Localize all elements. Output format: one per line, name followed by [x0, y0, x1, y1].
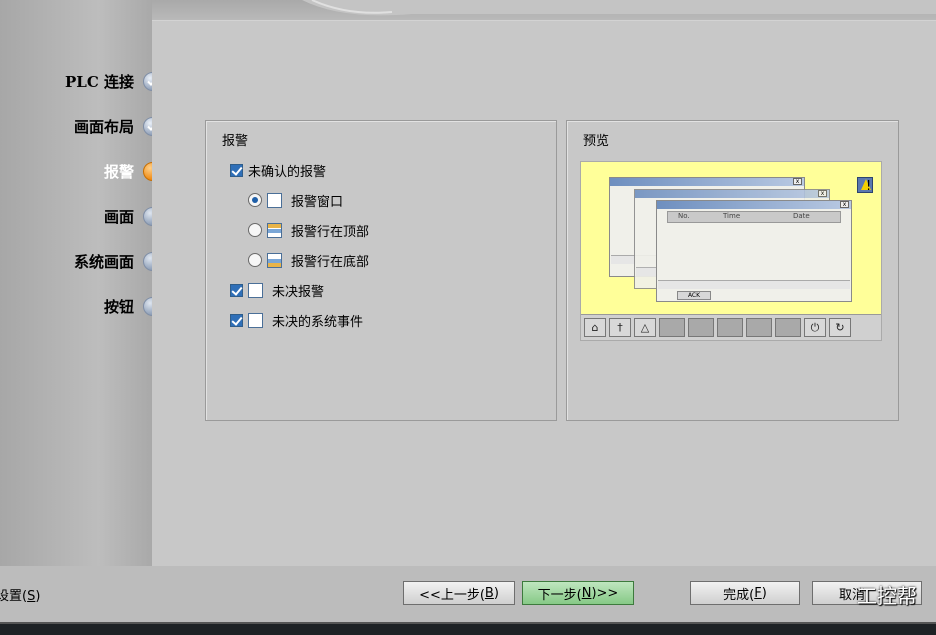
- header-swoosh: [302, 0, 936, 16]
- empty-key: [659, 318, 685, 337]
- alarm-line-top-icon: [267, 222, 282, 238]
- language-icon: ↻: [829, 318, 851, 337]
- step-screen-layout[interactable]: 画面布局: [0, 114, 162, 138]
- option-label: 报警行在顶部: [291, 224, 370, 240]
- home-icon: ⌂: [584, 318, 606, 337]
- alarm-line-top-option[interactable]: 报警行在顶部: [248, 221, 370, 240]
- pending-alarms-option[interactable]: 未决报警: [230, 281, 325, 300]
- empty-key: [688, 318, 714, 337]
- alarms-group-title: 报警: [222, 134, 249, 149]
- header-band: [152, 0, 936, 21]
- alarm-window-icon: [267, 192, 282, 208]
- pending-alarms-icon: [248, 282, 263, 298]
- finish-label: 完成(: [723, 587, 755, 603]
- step-label: 画面: [103, 207, 134, 226]
- empty-key: [746, 318, 772, 337]
- option-label: 未决的系统事件: [272, 314, 364, 330]
- wizard-steps-sidebar: PLC 连接 画面布局 报警 画面 系统画面 按钮: [0, 0, 162, 572]
- option-label: 未确认的报警: [248, 164, 327, 180]
- step-label: 按钮: [103, 297, 134, 316]
- person-icon: †: [609, 318, 631, 337]
- alarm-line-bottom-icon: [267, 252, 282, 268]
- unack-alarms-checkbox[interactable]: [230, 163, 243, 177]
- option-label: 报警窗口: [291, 194, 344, 210]
- step-label: PLC 连接: [65, 72, 134, 91]
- back-button[interactable]: <<上一步(B): [403, 581, 515, 605]
- settings-link[interactable]: 设置(S): [0, 585, 40, 604]
- back-hotkey: B: [484, 585, 494, 601]
- header-no: No.: [678, 212, 690, 220]
- next-label: 下一步(: [537, 587, 582, 603]
- step-system-screens[interactable]: 系统画面: [0, 249, 162, 273]
- step-screens[interactable]: 画面: [0, 204, 162, 228]
- back-label: <<上一步(: [419, 587, 485, 603]
- step-buttons[interactable]: 按钮: [0, 294, 162, 318]
- header-time: Time: [723, 212, 741, 220]
- settings-text: 设置: [0, 589, 23, 604]
- settings-hotkey: S: [27, 589, 36, 604]
- preview-ack-button: ACK: [677, 291, 711, 300]
- alarm-preview-image: x x x No. Time Date ACK ! ⌂ † △ ⏻ ↻: [580, 161, 882, 341]
- preview-toolbar: ⌂ † △ ⏻ ↻: [581, 314, 881, 340]
- alarm-line-top-radio[interactable]: [248, 223, 262, 237]
- back-label-end: ): [493, 585, 499, 601]
- option-label: 未决报警: [272, 284, 325, 300]
- watermark-text: 工控帮: [857, 584, 917, 608]
- next-button[interactable]: 下一步(N)>>: [522, 581, 634, 605]
- preview-alarm-window: x No. Time Date ACK: [656, 200, 852, 302]
- wizard-window: PLC 连接 画面布局 报警 画面 系统画面 按钮 报警 未确认的报警 报警窗口…: [0, 0, 936, 635]
- preview-group-title: 预览: [583, 134, 610, 149]
- finish-label-end: ): [761, 585, 767, 601]
- header-date: Date: [793, 212, 810, 220]
- alarm-line-bottom-option[interactable]: 报警行在底部: [248, 251, 370, 270]
- step-label: 报警: [103, 162, 134, 181]
- pending-system-events-checkbox[interactable]: [230, 313, 243, 327]
- next-hotkey: N: [581, 585, 592, 601]
- unack-alarms-option[interactable]: 未确认的报警: [230, 161, 327, 180]
- warning-icon: [857, 177, 873, 193]
- alarms-group: 报警 未确认的报警 报警窗口 报警行在顶部 报警行在底部 未决报警 未决的系统事…: [205, 120, 557, 421]
- alarm-window-radio[interactable]: [248, 193, 262, 207]
- step-alarms[interactable]: 报警: [0, 159, 162, 183]
- content-panel: 报警 未确认的报警 报警窗口 报警行在顶部 报警行在底部 未决报警 未决的系统事…: [152, 21, 936, 566]
- step-plc-connection[interactable]: PLC 连接: [0, 69, 162, 93]
- alarm-line-bottom-radio[interactable]: [248, 253, 262, 267]
- preview-table-header: No. Time Date: [667, 211, 841, 223]
- step-label: 系统画面: [73, 252, 134, 271]
- finish-button[interactable]: 完成(F): [690, 581, 800, 605]
- power-icon: ⏻: [804, 318, 826, 337]
- preview-group: 预览 x x x No. Time Date ACK ! ⌂ † △ ⏻ ↻: [566, 120, 899, 421]
- empty-key: [775, 318, 801, 337]
- taskbar-strip: [0, 622, 936, 635]
- next-label-end: )>>: [591, 585, 619, 601]
- pending-system-events-option[interactable]: 未决的系统事件: [230, 311, 364, 330]
- option-label: 报警行在底部: [291, 254, 370, 270]
- alarm-window-option[interactable]: 报警窗口: [248, 191, 344, 210]
- pending-alarms-checkbox[interactable]: [230, 283, 243, 297]
- alarm-icon: △: [634, 318, 656, 337]
- finish-hotkey: F: [754, 585, 762, 601]
- pending-system-events-icon: [248, 312, 263, 328]
- step-label: 画面布局: [73, 117, 134, 136]
- empty-key: [717, 318, 743, 337]
